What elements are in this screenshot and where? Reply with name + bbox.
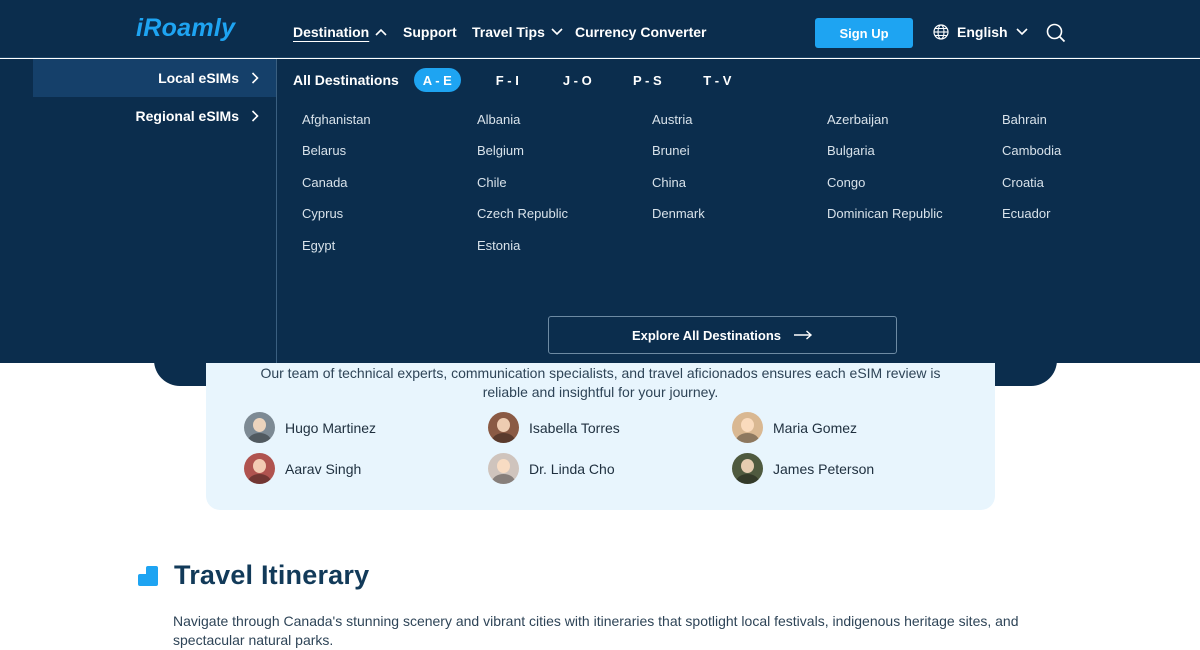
country-link[interactable]: Estonia [477, 238, 520, 253]
search-icon[interactable] [1046, 23, 1066, 43]
chevron-down-icon [551, 28, 563, 36]
country-link[interactable]: Brunei [652, 143, 690, 158]
itinerary-description: Navigate through Canada's stunning scene… [173, 613, 1019, 648]
chevron-down-icon [1015, 28, 1028, 36]
reviewers-panel: Our team of technical experts, communica… [206, 358, 995, 510]
country-link[interactable]: Croatia [1002, 175, 1044, 190]
side-item-local-esims[interactable]: Local eSIMs [33, 59, 277, 97]
country-link[interactable]: Afghanistan [302, 112, 371, 127]
country-link[interactable]: Czech Republic [477, 206, 568, 221]
nav-support[interactable]: Support [403, 24, 457, 40]
country-link[interactable]: Cyprus [302, 206, 343, 221]
avatar [244, 412, 275, 443]
side-item-regional-esims[interactable]: Regional eSIMs [33, 97, 277, 135]
nav-currency-converter[interactable]: Currency Converter [575, 24, 707, 40]
globe-icon [933, 24, 949, 40]
country-link[interactable]: Austria [652, 112, 692, 127]
reviewer-item[interactable]: Maria Gomez [732, 412, 857, 443]
tab-a-e[interactable]: A - E [413, 68, 461, 92]
letter-tabs: All Destinations A - E F - I J - O P - S… [293, 68, 764, 92]
explore-label: Explore All Destinations [631, 327, 782, 343]
country-link[interactable]: Canada [302, 175, 348, 190]
avatar [488, 412, 519, 443]
sign-up-button[interactable]: Sign Up [815, 18, 913, 48]
reviewer-item[interactable]: Isabella Torres [488, 412, 620, 443]
country-link[interactable]: Chile [477, 175, 507, 190]
country-link[interactable]: Congo [827, 175, 865, 190]
tab-p-s[interactable]: P - S [624, 68, 671, 92]
itinerary-icon [138, 565, 158, 586]
nav-travel-tips[interactable]: Travel Tips [472, 24, 563, 40]
logo[interactable]: iRoamly [136, 14, 235, 43]
avatar [244, 453, 275, 484]
itinerary-heading: Travel Itinerary [136, 560, 369, 591]
avatar [732, 453, 763, 484]
arrow-right-icon [794, 330, 813, 340]
nav-destination[interactable]: Destination [293, 24, 387, 40]
reviewer-name: Hugo Martinez [285, 419, 377, 436]
country-link[interactable]: Azerbaijan [827, 112, 888, 127]
tab-t-v[interactable]: T - V [694, 68, 741, 92]
side-item-label: Local eSIMs [158, 70, 239, 86]
reviewer-item[interactable]: Hugo Martinez [244, 412, 376, 443]
reviewer-name: Isabella Torres [529, 419, 620, 436]
language-selector[interactable]: English [933, 24, 1028, 40]
nav-support-label: Support [403, 24, 457, 40]
tab-j-o[interactable]: J - O [554, 68, 601, 92]
itinerary-title: Travel Itinerary [174, 560, 370, 590]
reviewer-name: Aarav Singh [285, 460, 362, 477]
chevron-right-icon [251, 110, 259, 122]
chevron-up-icon [375, 28, 387, 36]
reviewer-item[interactable]: Dr. Linda Cho [488, 453, 615, 484]
country-link[interactable]: Egypt [302, 238, 335, 253]
country-link[interactable]: China [652, 175, 686, 190]
language-label: English [957, 24, 1008, 40]
reviewer-name: Maria Gomez [773, 419, 858, 436]
nav-travel-tips-label: Travel Tips [472, 24, 545, 40]
tab-f-i[interactable]: F - I [484, 68, 531, 92]
country-link[interactable]: Bahrain [1002, 112, 1047, 127]
side-item-label: Regional eSIMs [135, 108, 239, 124]
country-link[interactable]: Ecuador [1002, 206, 1050, 221]
country-link[interactable]: Cambodia [1002, 143, 1061, 158]
menu-divider [276, 59, 277, 363]
reviewer-item[interactable]: James Peterson [732, 453, 874, 484]
country-link[interactable]: Bulgaria [827, 143, 875, 158]
country-link[interactable]: Dominican Republic [827, 206, 943, 221]
site-header: iRoamly Destination Support Travel Tips … [0, 0, 1200, 58]
country-link[interactable]: Denmark [652, 206, 705, 221]
avatar [488, 453, 519, 484]
country-link[interactable]: Belarus [302, 143, 346, 158]
reviewer-name: Dr. Linda Cho [529, 460, 615, 477]
chevron-right-icon [251, 72, 259, 84]
reviewer-item[interactable]: Aarav Singh [244, 453, 361, 484]
all-destinations-label: All Destinations [293, 72, 399, 88]
country-link[interactable]: Belgium [477, 143, 524, 158]
avatar [732, 412, 763, 443]
destination-mega-menu: Local eSIMs Regional eSIMs All Destinati… [0, 59, 1200, 363]
explore-all-destinations-button[interactable]: Explore All Destinations [548, 316, 897, 354]
nav-destination-label: Destination [293, 24, 370, 40]
reviewer-name: James Peterson [773, 460, 875, 477]
reviewers-intro: Our team of technical experts, communica… [260, 365, 941, 400]
nav-currency-converter-label: Currency Converter [575, 24, 707, 40]
country-link[interactable]: Albania [477, 112, 520, 127]
esim-type-menu: Local eSIMs Regional eSIMs [33, 59, 277, 135]
